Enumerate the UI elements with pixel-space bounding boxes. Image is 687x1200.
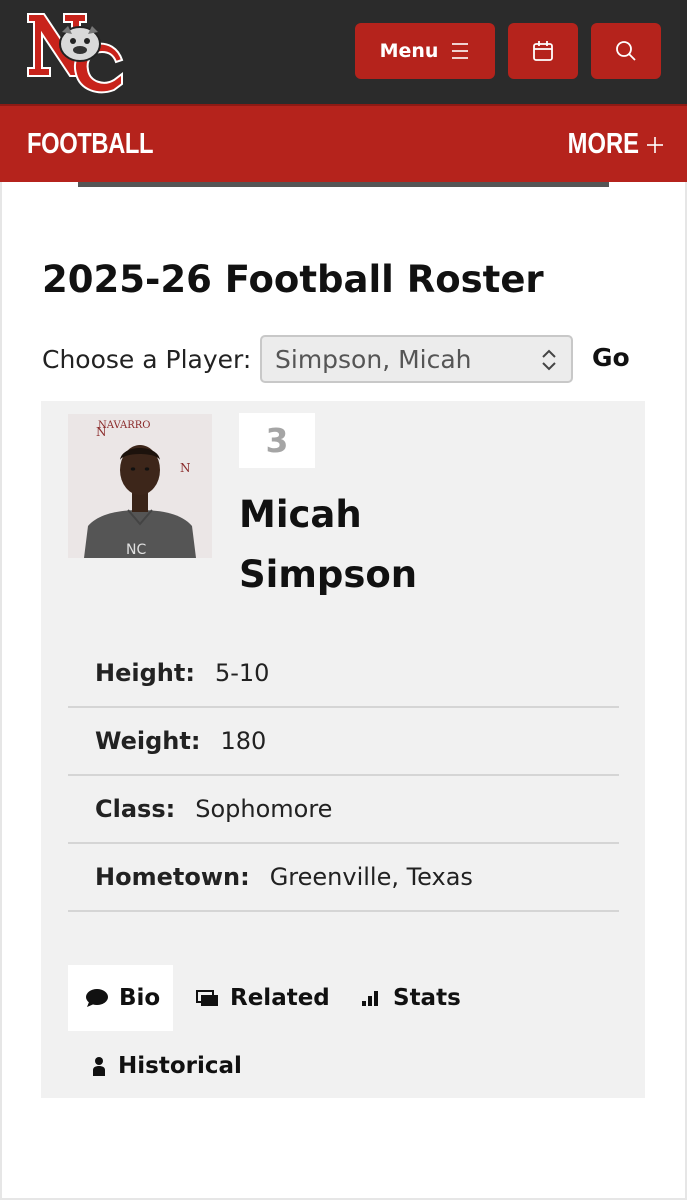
bio-row-height: Height: 5-10 [68,640,619,708]
tab-label: Related [230,985,330,1011]
svg-text:N: N [180,461,191,475]
choose-player-label: Choose a Player: [42,344,252,374]
sport-title[interactable]: FOOTBALL [27,128,154,161]
bio-value: Sophomore [195,795,333,823]
tab-related[interactable]: Related [196,965,330,1031]
tab-label: Stats [393,985,461,1011]
bio-key: Height: [95,659,195,687]
search-icon [616,41,636,61]
bar-chart-icon [362,991,378,1006]
more-label: MORE [567,128,639,160]
tab-historical[interactable]: Historical [90,1033,242,1099]
player-select-value: Simpson, Micah [275,344,472,374]
bio-value: Greenville, Texas [269,863,473,891]
bio-row-class: Class: Sophomore [68,776,619,844]
go-button[interactable]: Go [592,343,630,372]
stacked-cards-icon [196,990,218,1006]
tab-label: Bio [119,985,161,1011]
speech-bubble-icon [86,989,108,1007]
svg-text:NC: NC [126,542,146,558]
person-icon [93,1057,105,1076]
calendar-button[interactable] [508,23,578,79]
more-menu-button[interactable]: MORE [552,128,665,161]
bio-key: Weight: [95,727,201,755]
bio-row-hometown: Hometown: Greenville, Texas [68,844,619,912]
calendar-icon [533,41,553,61]
bio-value: 5-10 [214,659,270,687]
banner-image-edge [78,182,609,187]
plus-icon [647,136,663,153]
college-logo[interactable] [22,4,130,98]
svg-text:N: N [96,425,107,439]
player-photo: NAVARRO N N NC [68,414,212,558]
search-button[interactable] [591,23,661,79]
sport-nav-bar: FOOTBALL MORE [0,104,687,182]
select-chevrons-icon [542,349,556,371]
player-name: Micah Simpson [239,493,418,596]
menu-button[interactable]: Menu [355,23,495,79]
player-select[interactable]: Simpson, Micah [260,335,573,383]
player-card: NAVARRO N N NC 3 Micah Simpson Height: 5… [41,401,645,1098]
player-bio-list: Height: 5-10 Weight: 180 Class: Sophomor… [68,640,619,912]
player-chooser: Choose a Player: Simpson, Micah Go [42,335,630,383]
tab-stats[interactable]: Stats [359,965,461,1031]
bio-key: Hometown: [95,863,250,891]
tab-bio[interactable]: Bio [68,965,173,1031]
jersey-number: 3 [239,413,315,468]
bio-value: 180 [220,727,267,755]
page-title: 2025-26 Football Roster [42,258,544,301]
menu-label: Menu [379,40,439,62]
tab-label: Historical [118,1053,242,1079]
hamburger-icon [452,43,469,59]
site-header: Menu [0,0,687,104]
bio-row-weight: Weight: 180 [68,708,619,776]
bio-key: Class: [95,795,176,823]
